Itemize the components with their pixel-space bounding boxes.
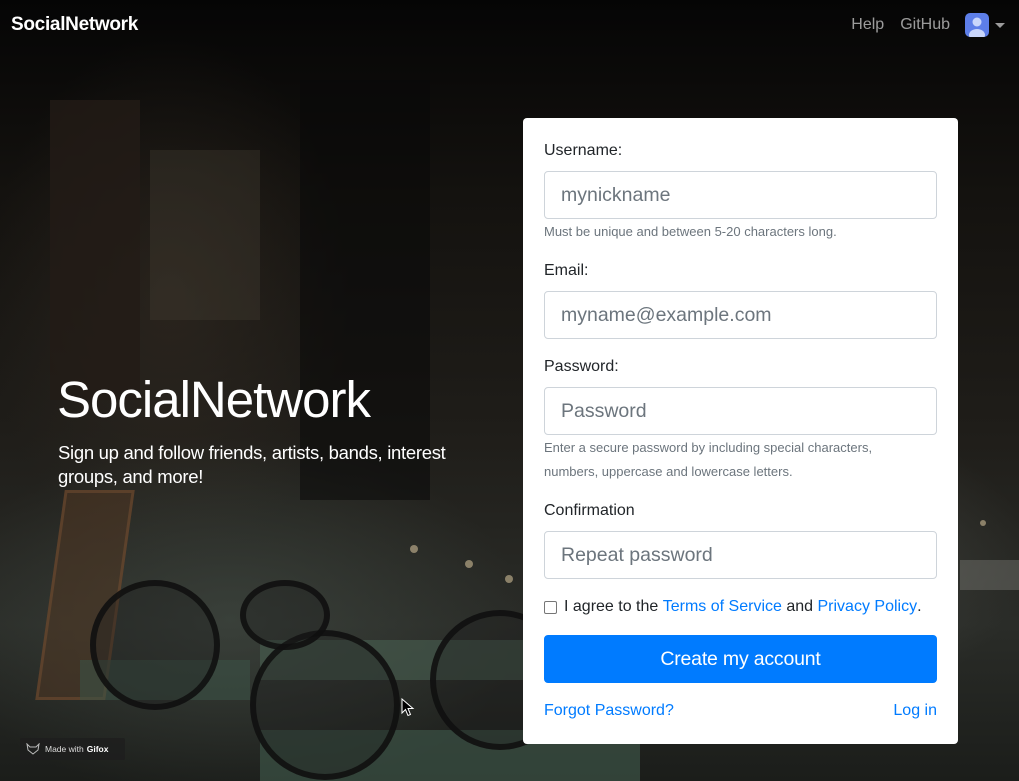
navbar: SocialNetwork Help GitHub	[0, 0, 1019, 50]
password-help: Enter a secure password by including spe…	[544, 436, 937, 484]
help-link[interactable]: Help	[851, 16, 884, 34]
email-label: Email:	[544, 262, 589, 279]
chevron-down-icon	[995, 22, 1005, 28]
bg-light	[980, 520, 986, 526]
bg-chair	[90, 580, 220, 710]
gifox-watermark: Made with Gifox	[20, 738, 125, 760]
username-label: Username:	[544, 142, 623, 159]
terms-agreement: I agree to the Terms of Service and Priv…	[544, 598, 922, 616]
confirmation-input[interactable]	[544, 531, 937, 579]
bg-chair	[240, 580, 330, 650]
username-help: Must be unique and between 5-20 characte…	[544, 224, 837, 239]
username-input[interactable]	[544, 171, 937, 219]
nav-right: Help GitHub	[851, 13, 1008, 37]
hero-title: SocialNetwork	[57, 371, 371, 428]
github-link[interactable]: GitHub	[900, 16, 950, 34]
fox-icon	[26, 743, 40, 755]
watermark-made-with: Made with	[45, 744, 84, 754]
log-in-link[interactable]: Log in	[893, 702, 937, 720]
password-input[interactable]	[544, 387, 937, 435]
bg-window	[150, 150, 260, 320]
bg-light	[465, 560, 473, 568]
bg-pillar	[50, 100, 140, 400]
signup-form: Username: Must be unique and between 5-2…	[523, 118, 958, 744]
forgot-password-link[interactable]: Forgot Password?	[544, 702, 674, 720]
password-help-line2: numbers, uppercase and lowercase letters…	[544, 464, 793, 479]
terms-checkbox[interactable]	[544, 600, 557, 614]
agree-and: and	[786, 598, 814, 615]
password-label: Password:	[544, 358, 619, 375]
watermark-brand: Gifox	[86, 744, 109, 754]
privacy-policy-link[interactable]: Privacy Policy	[818, 598, 918, 616]
hero-subtitle: Sign up and follow friends, artists, ban…	[58, 442, 446, 487]
agree-prefix: I agree to the	[564, 598, 659, 615]
user-menu-toggle[interactable]	[965, 13, 1005, 37]
agree-suffix: .	[917, 598, 922, 615]
create-account-button[interactable]: Create my account	[544, 635, 937, 683]
user-avatar-icon	[965, 13, 989, 37]
terms-of-service-link[interactable]: Terms of Service	[663, 598, 782, 616]
bg-sign	[960, 560, 1019, 590]
password-help-line1: Enter a secure password by including spe…	[544, 440, 873, 455]
confirmation-label: Confirmation	[544, 502, 635, 519]
mouse-cursor-icon	[401, 698, 415, 717]
brand-link[interactable]: SocialNetwork	[11, 14, 138, 36]
bg-pillar	[300, 80, 430, 500]
bg-light	[505, 575, 513, 583]
bg-light	[410, 545, 418, 553]
email-input[interactable]	[544, 291, 937, 339]
bg-chair	[250, 630, 400, 780]
